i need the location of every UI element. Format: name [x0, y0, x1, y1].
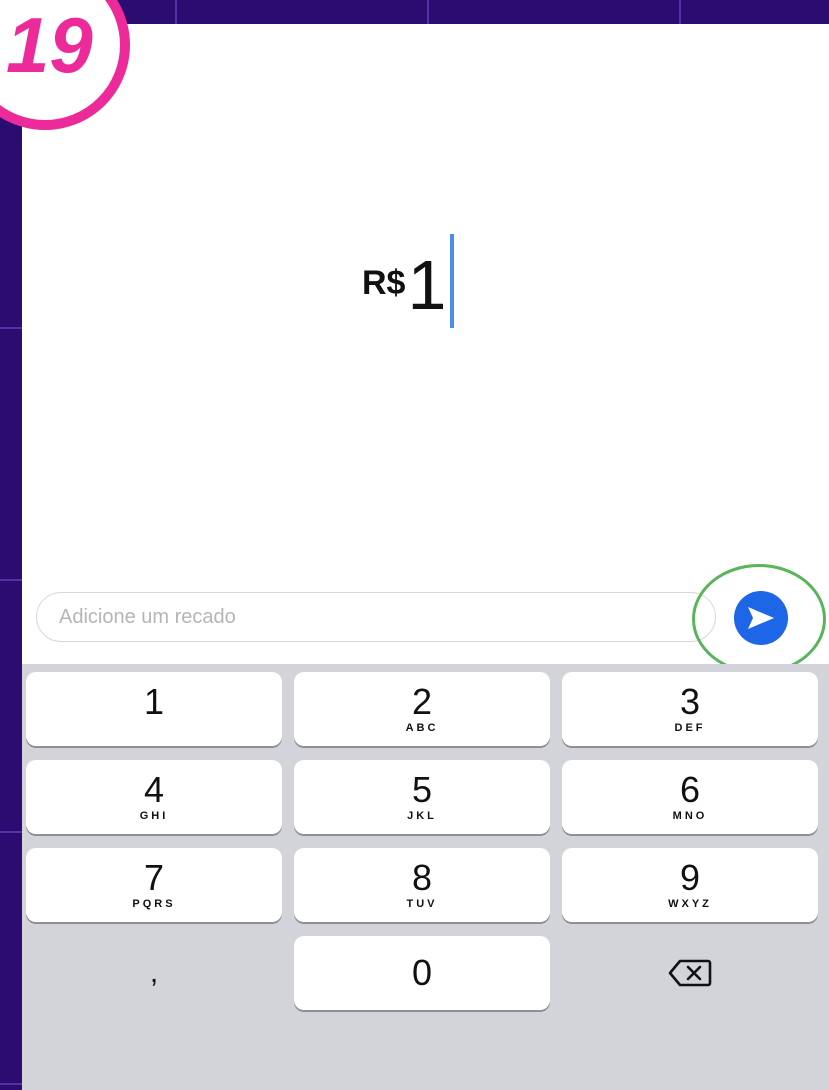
phone-screen: R$ 1 1 2 ABC 3 DEF 4 GHI 5	[22, 24, 829, 1090]
key-5[interactable]: 5 JKL	[294, 760, 550, 834]
key-digit: 4	[143, 768, 165, 810]
key-7[interactable]: 7 PQRS	[26, 848, 282, 922]
send-icon	[748, 607, 774, 629]
send-button[interactable]	[734, 591, 788, 645]
key-3[interactable]: 3 DEF	[562, 672, 818, 746]
key-letters: DEF	[674, 721, 706, 734]
key-letters: ABC	[405, 721, 439, 734]
key-digit: 8	[411, 856, 433, 898]
amount-display: R$ 1	[362, 234, 455, 344]
note-row	[22, 564, 829, 674]
key-9[interactable]: 9 WXYZ	[562, 848, 818, 922]
key-digit: 6	[679, 768, 701, 810]
amount-value[interactable]: 1	[407, 250, 446, 320]
key-digit: 9	[679, 856, 701, 898]
key-comma[interactable]: ,	[26, 936, 282, 1010]
note-input[interactable]	[36, 592, 716, 642]
key-digit: 1	[143, 680, 165, 722]
key-8[interactable]: 8 TUV	[294, 848, 550, 922]
currency-symbol: R$	[362, 264, 406, 302]
key-letters: WXYZ	[668, 897, 712, 910]
key-letters: PQRS	[132, 897, 176, 910]
key-letters: TUV	[406, 897, 438, 910]
step-number: 19	[6, 1, 93, 89]
key-letters: JKL	[407, 809, 437, 822]
key-letters: MNO	[672, 809, 708, 822]
backspace-icon	[668, 959, 712, 987]
key-digit: 5	[411, 768, 433, 810]
key-0[interactable]: 0	[294, 936, 550, 1010]
key-1[interactable]: 1	[26, 672, 282, 746]
key-letters: GHI	[139, 809, 169, 822]
key-2[interactable]: 2 ABC	[294, 672, 550, 746]
key-backspace[interactable]	[562, 936, 818, 1010]
key-4[interactable]: 4 GHI	[26, 760, 282, 834]
key-digit: 7	[143, 856, 165, 898]
key-6[interactable]: 6 MNO	[562, 760, 818, 834]
key-digit: 3	[679, 680, 701, 722]
key-digit: ,	[149, 956, 159, 989]
text-cursor	[450, 234, 455, 328]
key-digit: 2	[411, 680, 433, 722]
numeric-keypad: 1 2 ABC 3 DEF 4 GHI 5 JKL 6 MNO 7 PQRS 8	[22, 664, 829, 1090]
key-digit: 0	[411, 952, 433, 993]
